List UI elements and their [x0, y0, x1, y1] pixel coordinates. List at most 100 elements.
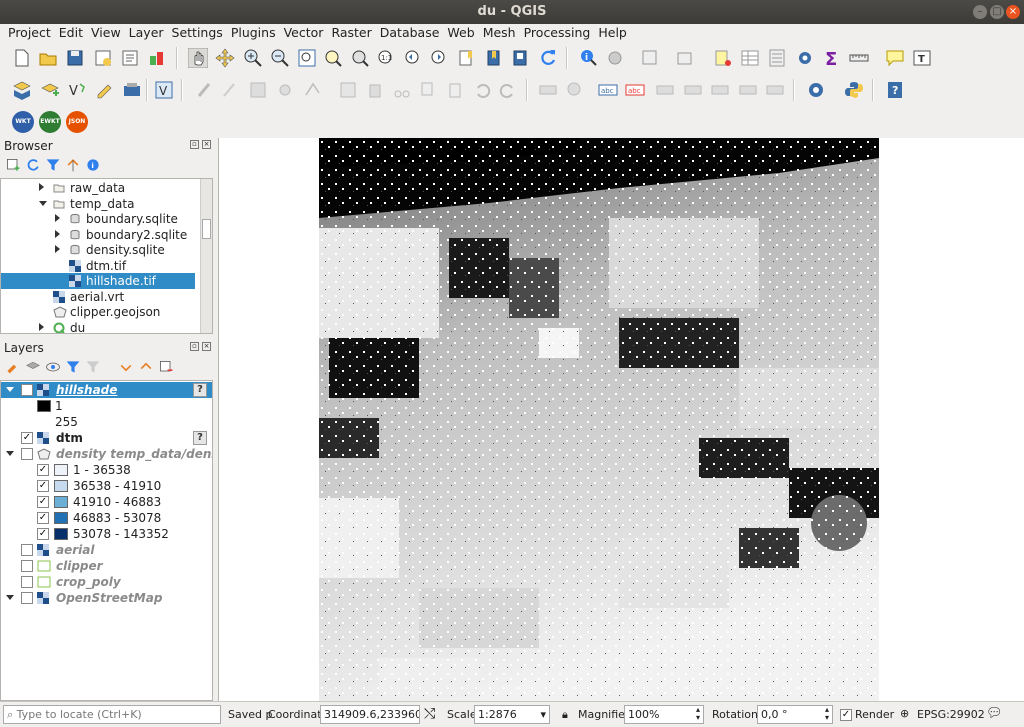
crs-button[interactable]: EPSG:29902 — [917, 708, 985, 721]
menu-raster[interactable]: Raster — [323, 24, 371, 40]
float-panel-icon[interactable]: ▫ — [190, 140, 199, 149]
legend-item[interactable]: ✓ 46883 - 53078 — [1, 510, 212, 526]
style-paint-icon[interactable] — [5, 359, 21, 375]
legend-class-checkbox[interactable]: ✓ — [37, 464, 49, 476]
close-button[interactable]: × — [1006, 5, 1020, 19]
properties-info-icon[interactable]: i — [85, 157, 101, 173]
collapse-all-icon[interactable] — [65, 157, 81, 173]
save-project-icon[interactable] — [65, 48, 85, 68]
map-canvas[interactable] — [218, 138, 1024, 701]
layer-visibility-checkbox[interactable] — [21, 384, 33, 396]
identify-icon[interactable]: i — [578, 48, 598, 68]
browser-item[interactable]: dtm.tif — [1, 258, 195, 274]
zoom-to-selection-icon[interactable] — [323, 48, 343, 68]
pin-labels-icon[interactable]: abc — [625, 80, 645, 100]
rotate-label-icon[interactable] — [710, 80, 730, 100]
layer-item[interactable]: aerial — [1, 542, 212, 558]
layer-visibility-checkbox[interactable] — [21, 544, 33, 556]
legend-item[interactable]: ✓ 1 - 36538 — [1, 462, 212, 478]
zoom-next-icon[interactable] — [429, 48, 449, 68]
python-console-icon[interactable] — [844, 80, 864, 100]
move-label-icon[interactable] — [683, 80, 703, 100]
legend-item[interactable]: ✓ 53078 - 143352 — [1, 526, 212, 542]
zoom-native-icon[interactable]: 1:1 — [376, 48, 396, 68]
label-toolbar-icon[interactable] — [538, 80, 558, 100]
menu-settings[interactable]: Settings — [164, 24, 223, 40]
menu-mesh[interactable]: Mesh — [475, 24, 516, 40]
menu-plugins[interactable]: Plugins — [223, 24, 276, 40]
crs-globe-icon[interactable]: ⊕ — [900, 707, 909, 720]
new-point-icon[interactable] — [713, 48, 733, 68]
layer-visibility-checkbox[interactable] — [21, 560, 33, 572]
attribute-table-icon[interactable] — [740, 48, 760, 68]
remove-layer-icon[interactable] — [158, 359, 174, 375]
zoom-out-icon[interactable] — [270, 48, 290, 68]
field-calculator-icon[interactable] — [767, 48, 787, 68]
diagram-icon[interactable] — [565, 80, 585, 100]
deselect-features-icon[interactable] — [675, 48, 695, 68]
json-plugin-button[interactable]: JSON — [66, 111, 88, 133]
open-project-icon[interactable] — [38, 48, 58, 68]
new-layer-icon[interactable] — [40, 80, 60, 100]
help-icon[interactable]: ? — [885, 80, 905, 100]
refresh-icon[interactable] — [538, 48, 558, 68]
browser-item[interactable]: clipper.geojson — [1, 304, 195, 320]
statistics-sigma-icon[interactable]: Σ — [822, 48, 842, 68]
filter-expression-icon[interactable] — [85, 359, 101, 375]
new-project-icon[interactable] — [12, 48, 32, 68]
map-tips-icon[interactable] — [885, 48, 905, 68]
toolbox-gear-icon[interactable] — [795, 48, 815, 68]
pan-to-selection-icon[interactable] — [215, 48, 235, 68]
layer-visibility-checkbox[interactable]: ✓ — [21, 432, 33, 444]
rotation-spinbox[interactable]: 0,0 ° ▴ ▾ — [757, 705, 833, 724]
layer-item[interactable]: ✓ dtm? — [1, 430, 212, 446]
paste-features-icon[interactable] — [445, 80, 465, 100]
legend-item[interactable]: 255 — [1, 414, 212, 430]
float-panel-icon[interactable]: ▫ — [190, 342, 199, 351]
browser-item[interactable]: density.sqlite — [1, 242, 195, 258]
wkt-plugin-button[interactable]: WKT — [12, 111, 34, 133]
browser-scrollbar[interactable] — [200, 179, 212, 333]
legend-class-checkbox[interactable]: ✓ — [37, 480, 49, 492]
chevron-right-icon[interactable] — [55, 214, 60, 222]
collapse-all-icon[interactable] — [138, 359, 154, 375]
zoom-last-icon[interactable] — [403, 48, 423, 68]
legend-class-checkbox[interactable]: ✓ — [37, 496, 49, 508]
save-edits-icon[interactable] — [248, 80, 268, 100]
text-annotation-icon[interactable]: T — [912, 48, 932, 68]
manage-map-themes-icon[interactable] — [45, 359, 61, 375]
browser-item[interactable]: boundary2.sqlite — [1, 227, 195, 243]
lock-scale-icon[interactable]: 🔒︎ — [562, 708, 568, 722]
modify-attributes-icon[interactable] — [338, 80, 358, 100]
menu-processing[interactable]: Processing — [516, 24, 591, 40]
filter-legend-icon[interactable] — [65, 359, 81, 375]
add-wms-layer-icon[interactable] — [122, 80, 142, 100]
new-print-layout-icon[interactable] — [93, 48, 113, 68]
cut-features-icon[interactable] — [392, 80, 412, 100]
style-manager-icon[interactable] — [147, 48, 167, 68]
layer-labeling-icon[interactable]: abc — [598, 80, 618, 100]
measure-icon[interactable] — [849, 48, 869, 68]
browser-item[interactable]: aerial.vrt — [1, 289, 195, 305]
unpinned-labels-icon[interactable] — [765, 80, 785, 100]
add-group-icon[interactable] — [25, 359, 41, 375]
add-vector-layer-icon[interactable]: V — [68, 80, 88, 100]
coordinate-field[interactable]: 314909.6,233960.4 — [320, 705, 420, 724]
toggle-extents-icon[interactable]: ⤭ — [424, 706, 435, 722]
browser-item[interactable]: raw_data — [1, 180, 195, 196]
layer-item[interactable]: crop_poly — [1, 574, 212, 590]
current-edits-icon[interactable] — [195, 80, 215, 100]
menu-database[interactable]: Database — [372, 24, 440, 40]
menu-help[interactable]: Help — [590, 24, 627, 40]
layer-badge[interactable]: ? — [193, 431, 207, 445]
browser-item[interactable]: hillshade.tif — [1, 273, 195, 289]
messages-icon[interactable]: 💬︎ — [986, 706, 1003, 721]
menu-web[interactable]: Web — [439, 24, 474, 40]
layer-item[interactable]: density temp_data/density.sqlite — [1, 446, 212, 462]
legend-item[interactable]: ✓ 41910 - 46883 — [1, 494, 212, 510]
new-bookmark-icon[interactable] — [456, 48, 476, 68]
layer-item[interactable]: OpenStreetMap — [1, 590, 212, 606]
chevron-right-icon[interactable] — [39, 183, 44, 191]
undo-icon[interactable] — [472, 80, 492, 100]
legend-item[interactable]: 1 — [1, 398, 212, 414]
